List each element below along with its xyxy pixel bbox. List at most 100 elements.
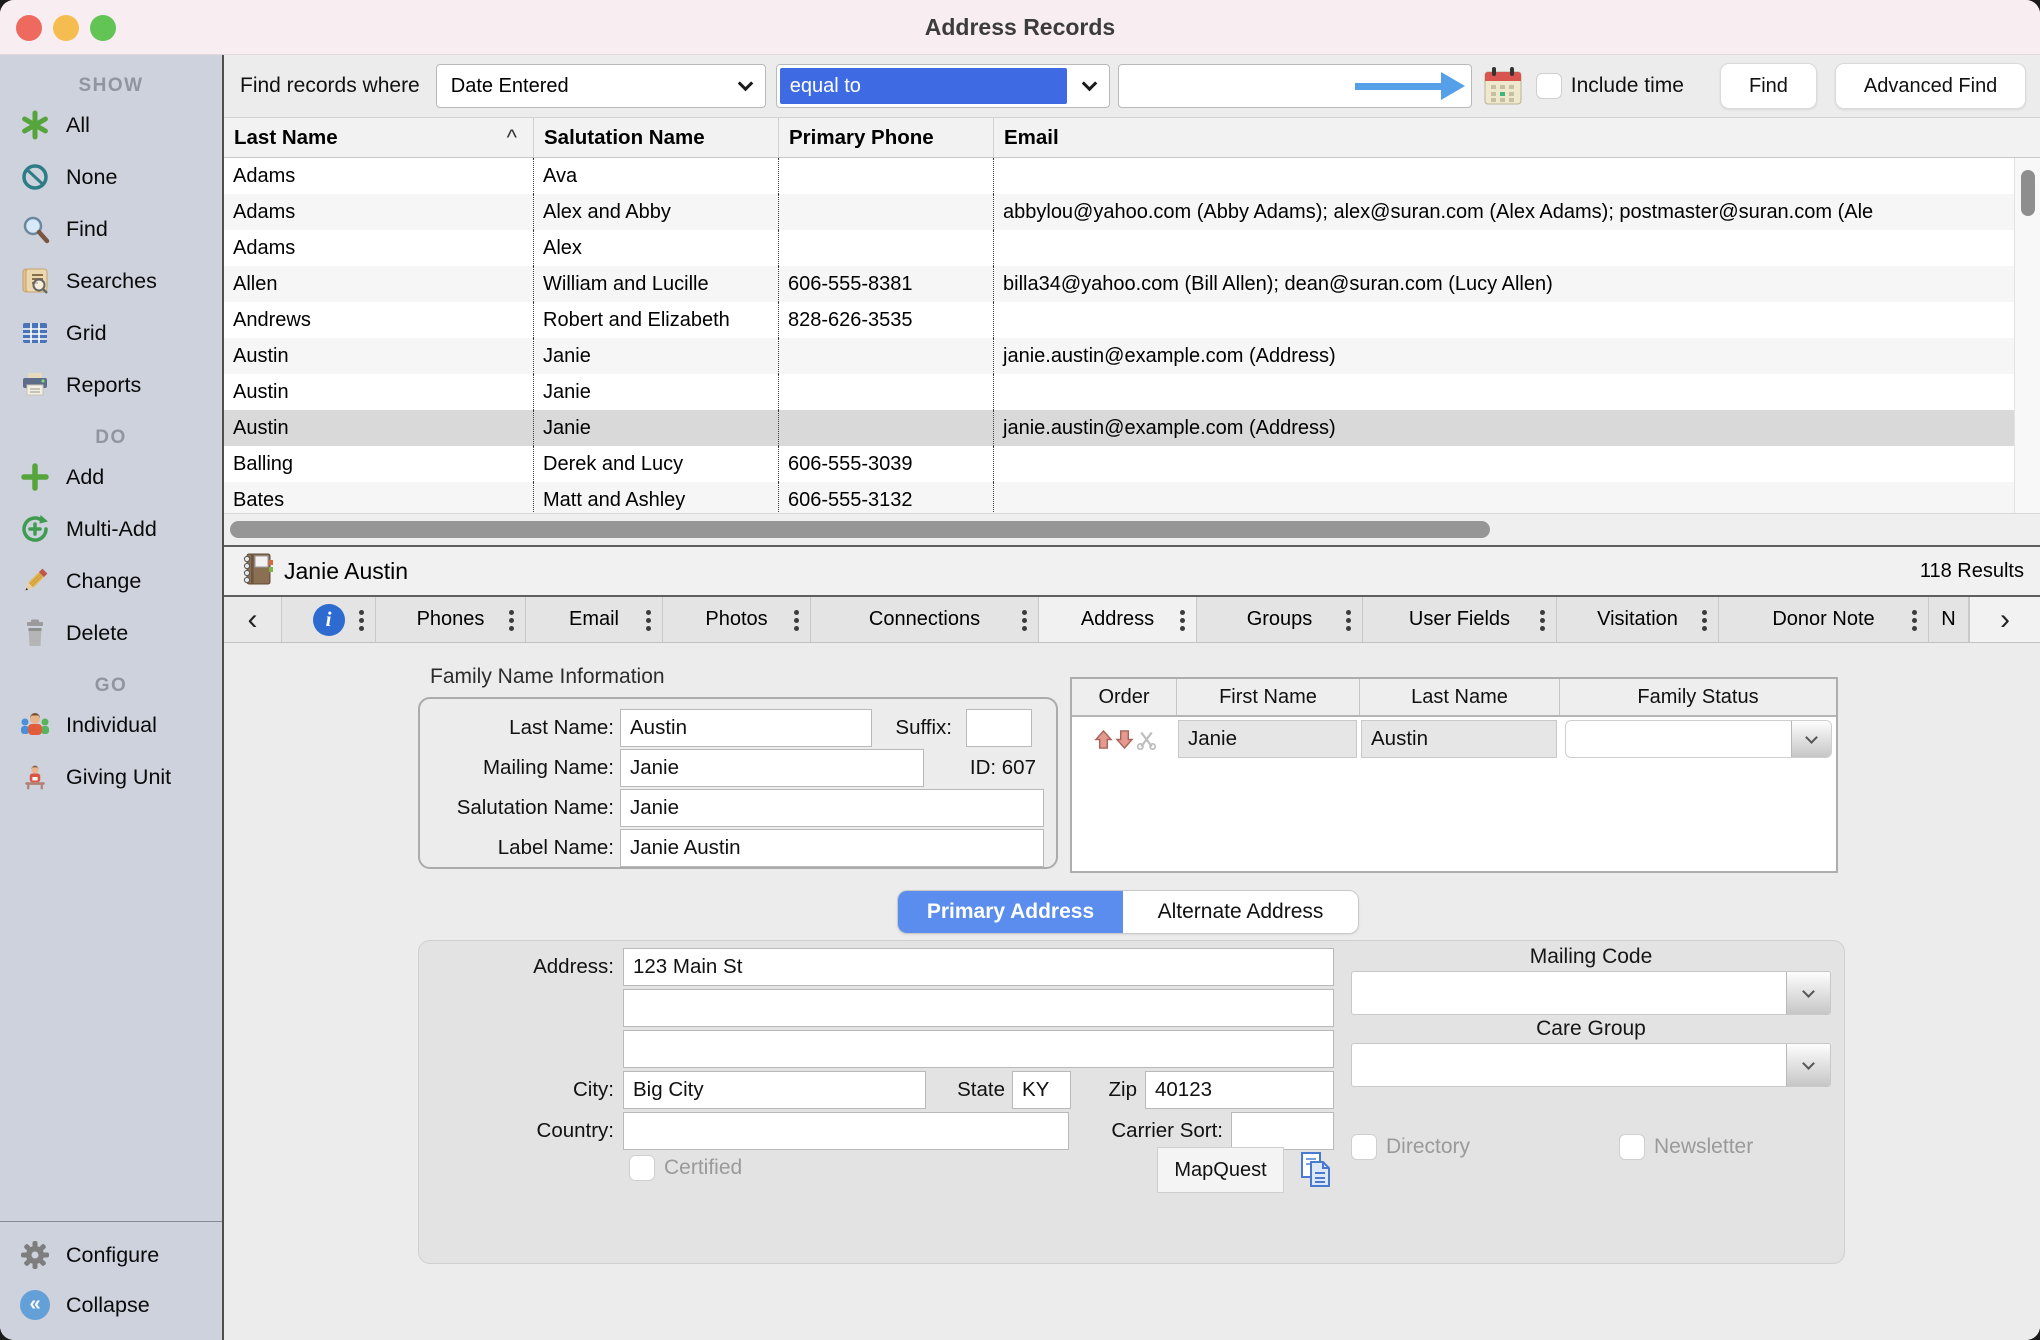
table-row[interactable]: AdamsAlex [224,230,2040,266]
horizontal-scrollbar[interactable] [224,513,2040,545]
last-name-field[interactable]: Austin [620,709,872,747]
horizontal-scrollbar-thumb[interactable] [230,521,1490,538]
sidebar-item-grid[interactable]: Grid [0,307,222,359]
country-field[interactable] [623,1112,1069,1150]
certified-checkbox[interactable] [629,1155,655,1181]
table-row[interactable]: AllenWilliam and Lucille606-555-8381bill… [224,266,2040,302]
tab-donor-note[interactable]: Donor Note [1719,597,1929,642]
move-up-icon[interactable] [1094,729,1113,750]
sidebar-item-find[interactable]: Find [0,203,222,255]
sidebar-item-reports[interactable]: Reports [0,359,222,411]
minimize-window-icon[interactable] [53,15,79,41]
tab-menu-dots[interactable] [1702,618,1707,623]
sidebar-item-add[interactable]: Add [0,451,222,503]
table-row[interactable]: AdamsAva [224,158,2040,194]
sidebar-item-collapse[interactable]: «Collapse [0,1280,222,1330]
field-select[interactable]: Date Entered [436,64,766,108]
tab-address[interactable]: Address [1039,597,1197,642]
close-window-icon[interactable] [16,15,42,41]
tab-n[interactable]: N [1929,597,1969,642]
tab-email[interactable]: Email [526,597,663,642]
sidebar-item-configure[interactable]: Configure [0,1230,222,1280]
city-field[interactable]: Big City [623,1071,926,1109]
tab-menu-dots[interactable] [359,618,364,623]
table-row[interactable]: AustinJaniejanie.austin@example.com (Add… [224,410,2040,446]
advanced-find-button[interactable]: Advanced Find [1835,63,2026,109]
sidebar-item-individual[interactable]: Individual [0,699,222,751]
date-value-input[interactable] [1118,64,1472,108]
directory-checkbox[interactable] [1351,1134,1377,1160]
alternate-address-tab[interactable]: Alternate Address [1123,891,1358,933]
sidebar-item-delete[interactable]: Delete [0,607,222,659]
newsletter-checkbox[interactable] [1619,1134,1645,1160]
tab-photos[interactable]: Photos [663,597,811,642]
mailing-code-select[interactable] [1351,971,1831,1015]
suffix-field[interactable] [966,709,1032,747]
family-status-select[interactable] [1565,720,1832,758]
tab-menu-dots[interactable] [1912,618,1917,623]
tab-phones[interactable]: Phones [376,597,526,642]
table-row[interactable]: AdamsAlex and Abbyabbylou@yahoo.com (Abb… [224,194,2040,230]
sidebar-item-none[interactable]: None [0,151,222,203]
tab-label: Phones [417,608,485,631]
include-time-label: Include time [1571,74,1684,98]
member-row[interactable]: JanieAustin [1072,717,1836,761]
label-name-field[interactable]: Janie Austin [620,829,1044,867]
member-last-name: Austin [1361,720,1557,758]
cell-last_name: Austin [224,338,533,374]
tab-menu-dots[interactable] [509,618,514,623]
address-line1-field[interactable]: 123 Main St [623,948,1334,986]
tabs-scroll-left-button[interactable]: ‹ [224,597,282,642]
zip-field[interactable]: 40123 [1145,1071,1334,1109]
sidebar-item-multi-add[interactable]: Multi-Add [0,503,222,555]
find-button[interactable]: Find [1720,63,1817,109]
tab-menu-dots[interactable] [1180,618,1185,623]
sidebar-item-searches[interactable]: Searches [0,255,222,307]
sidebar-item-giving-unit[interactable]: Giving Unit [0,751,222,803]
member-column-header-last-name: Last Name [1359,679,1559,715]
address-line2-field[interactable] [623,989,1334,1027]
tabs-scroll-right-button[interactable]: › [1969,597,2040,642]
table-row[interactable]: AndrewsRobert and Elizabeth828-626-3535 [224,302,2040,338]
column-header-primary-phone[interactable]: Primary Phone [778,118,993,157]
column-header-salutation-name[interactable]: Salutation Name [533,118,778,157]
operator-select[interactable]: equal to [776,64,1110,108]
table-row[interactable]: BallingDerek and Lucy606-555-3039 [224,446,2040,482]
tab-menu-dots[interactable] [1540,618,1545,623]
carrier-sort-field[interactable] [1231,1112,1334,1150]
care-group-select[interactable] [1351,1043,1831,1087]
tab-menu-dots[interactable] [646,618,651,623]
tab-info[interactable]: i [282,597,376,642]
vertical-scrollbar-thumb[interactable] [2021,170,2035,216]
table-row[interactable]: AustinJaniejanie.austin@example.com (Add… [224,338,2040,374]
cell-phone: 606-555-8381 [778,266,993,302]
member-column-header-first-name: First Name [1176,679,1359,715]
salutation-name-field[interactable]: Janie [620,789,1044,827]
trash-icon [18,616,52,650]
tab-visitation[interactable]: Visitation [1557,597,1719,642]
tab-menu-dots[interactable] [1346,618,1351,623]
tab-user-fields[interactable]: User Fields [1363,597,1557,642]
table-row[interactable]: AustinJanie [224,374,2040,410]
tab-connections[interactable]: Connections [811,597,1039,642]
mailing-name-field[interactable]: Janie [620,749,924,787]
sidebar-item-all[interactable]: All [0,99,222,151]
address-line3-field[interactable] [623,1030,1334,1068]
column-header-last-name[interactable]: Last Name ^ [224,118,533,157]
primary-address-tab[interactable]: Primary Address [898,891,1123,933]
move-down-icon[interactable] [1115,729,1134,750]
tab-groups[interactable]: Groups [1197,597,1363,642]
column-header-email[interactable]: Email [993,118,2040,157]
tab-menu-dots[interactable] [794,618,799,623]
copy-address-icon[interactable] [1293,1147,1339,1193]
mapquest-button[interactable]: MapQuest [1157,1147,1284,1193]
directory-label: Directory [1386,1135,1470,1159]
sidebar-item-change[interactable]: Change [0,555,222,607]
calendar-icon[interactable] [1482,64,1524,108]
vertical-scrollbar[interactable] [2014,158,2040,513]
zoom-window-icon[interactable] [90,15,116,41]
tab-menu-dots[interactable] [1022,618,1027,623]
include-time-checkbox[interactable] [1536,73,1562,99]
scissors-icon[interactable] [1136,729,1157,750]
table-row[interactable]: BatesMatt and Ashley606-555-3132 [224,482,2040,513]
